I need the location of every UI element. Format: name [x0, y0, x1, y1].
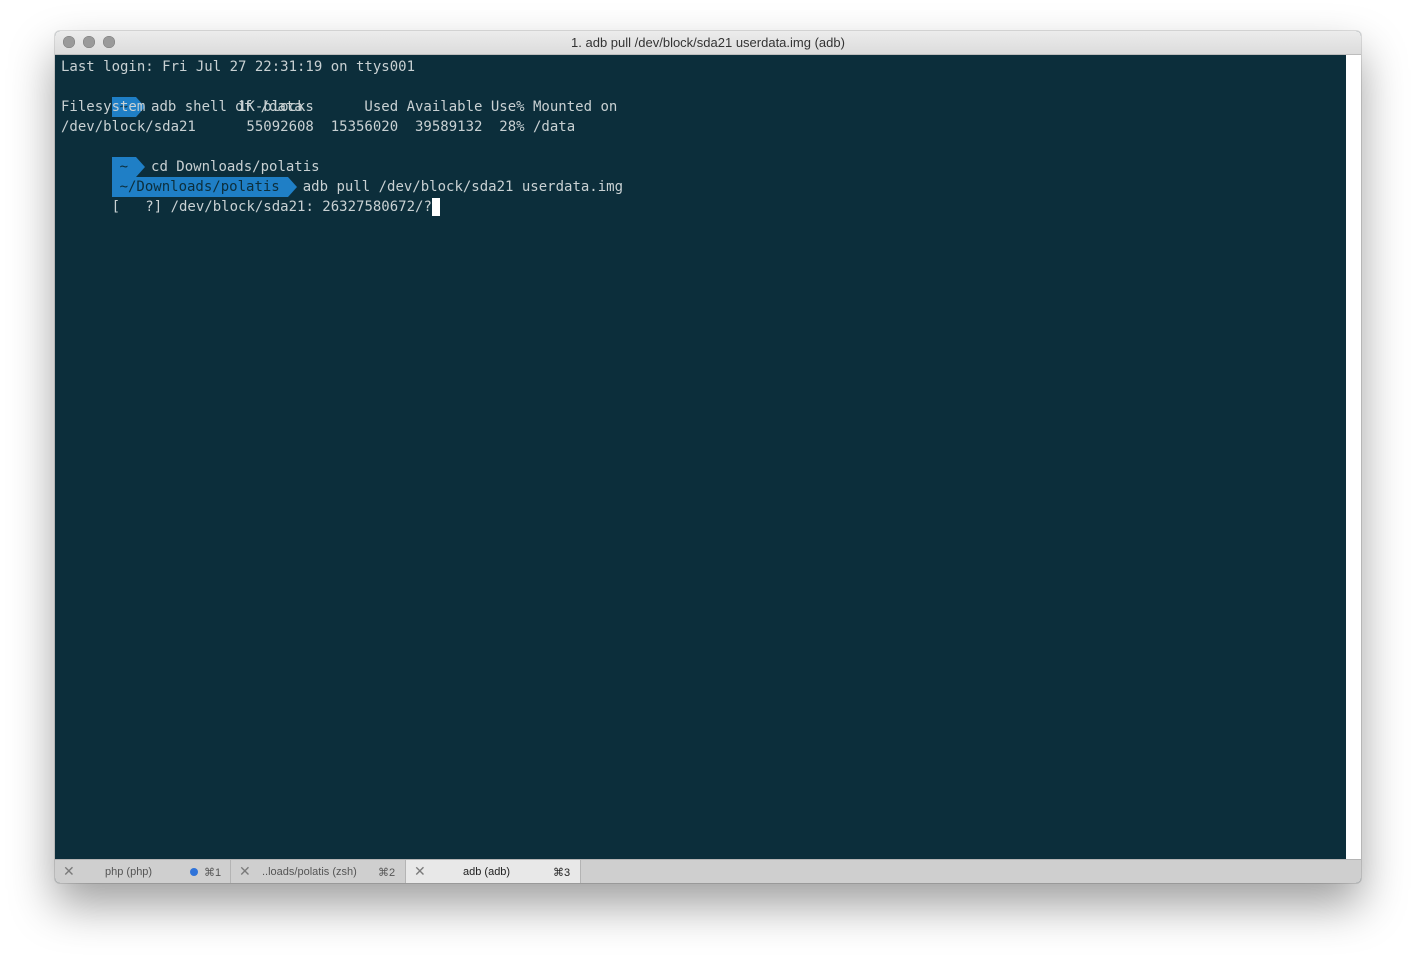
- prompt-line: ~/Downloads/polatis adb pull /dev/block/s…: [61, 157, 623, 197]
- tab-adb[interactable]: ✕ adb (adb) ⌘3: [406, 860, 581, 883]
- progress-text: [ ?] /dev/block/sda21: 26327580672/?: [111, 199, 432, 215]
- title-bar[interactable]: 1. adb pull /dev/block/sda21 userdata.im…: [55, 31, 1361, 55]
- scrollbar[interactable]: [1346, 55, 1361, 859]
- df-header: Filesystem 1K-blocks Used Available Use%…: [61, 99, 618, 115]
- tab-zsh[interactable]: ✕ ..loads/polatis (zsh) ⌘2: [231, 860, 406, 883]
- prompt-line: ~ cd Downloads/polatis: [61, 137, 320, 177]
- activity-dot-icon: [190, 868, 198, 876]
- tab-label: ..loads/polatis (zsh): [262, 866, 357, 878]
- progress-line: [ ?] /dev/block/sda21: 26327580672/?: [61, 177, 440, 216]
- tab-shortcut: ⌘1: [204, 867, 222, 879]
- text-cursor: [431, 198, 440, 216]
- close-icon[interactable]: ✕: [414, 863, 426, 879]
- close-icon[interactable]: ✕: [239, 863, 251, 879]
- terminal-window: 1. adb pull /dev/block/sda21 userdata.im…: [55, 31, 1361, 883]
- tab-label: adb (adb): [463, 866, 511, 878]
- tab-shortcut: ⌘3: [553, 867, 571, 879]
- prompt-line: ~ adb shell df /data: [61, 77, 303, 117]
- terminal-output[interactable]: Last login: Fri Jul 27 22:31:19 on ttys0…: [55, 55, 1346, 859]
- df-row: /dev/block/sda21 55092608 15356020 39589…: [61, 119, 576, 135]
- login-line: Last login: Fri Jul 27 22:31:19 on ttys0…: [61, 59, 416, 75]
- window-title: 1. adb pull /dev/block/sda21 userdata.im…: [571, 35, 845, 50]
- close-icon[interactable]: ✕: [63, 863, 75, 879]
- tab-php[interactable]: ✕ php (php) ⌘1: [55, 860, 231, 883]
- tab-bar: ✕ php (php) ⌘1 ✕ ..loads/polatis (zsh) ⌘…: [55, 859, 1361, 883]
- tab-shortcut: ⌘2: [378, 867, 396, 879]
- tab-label: php (php): [105, 866, 153, 878]
